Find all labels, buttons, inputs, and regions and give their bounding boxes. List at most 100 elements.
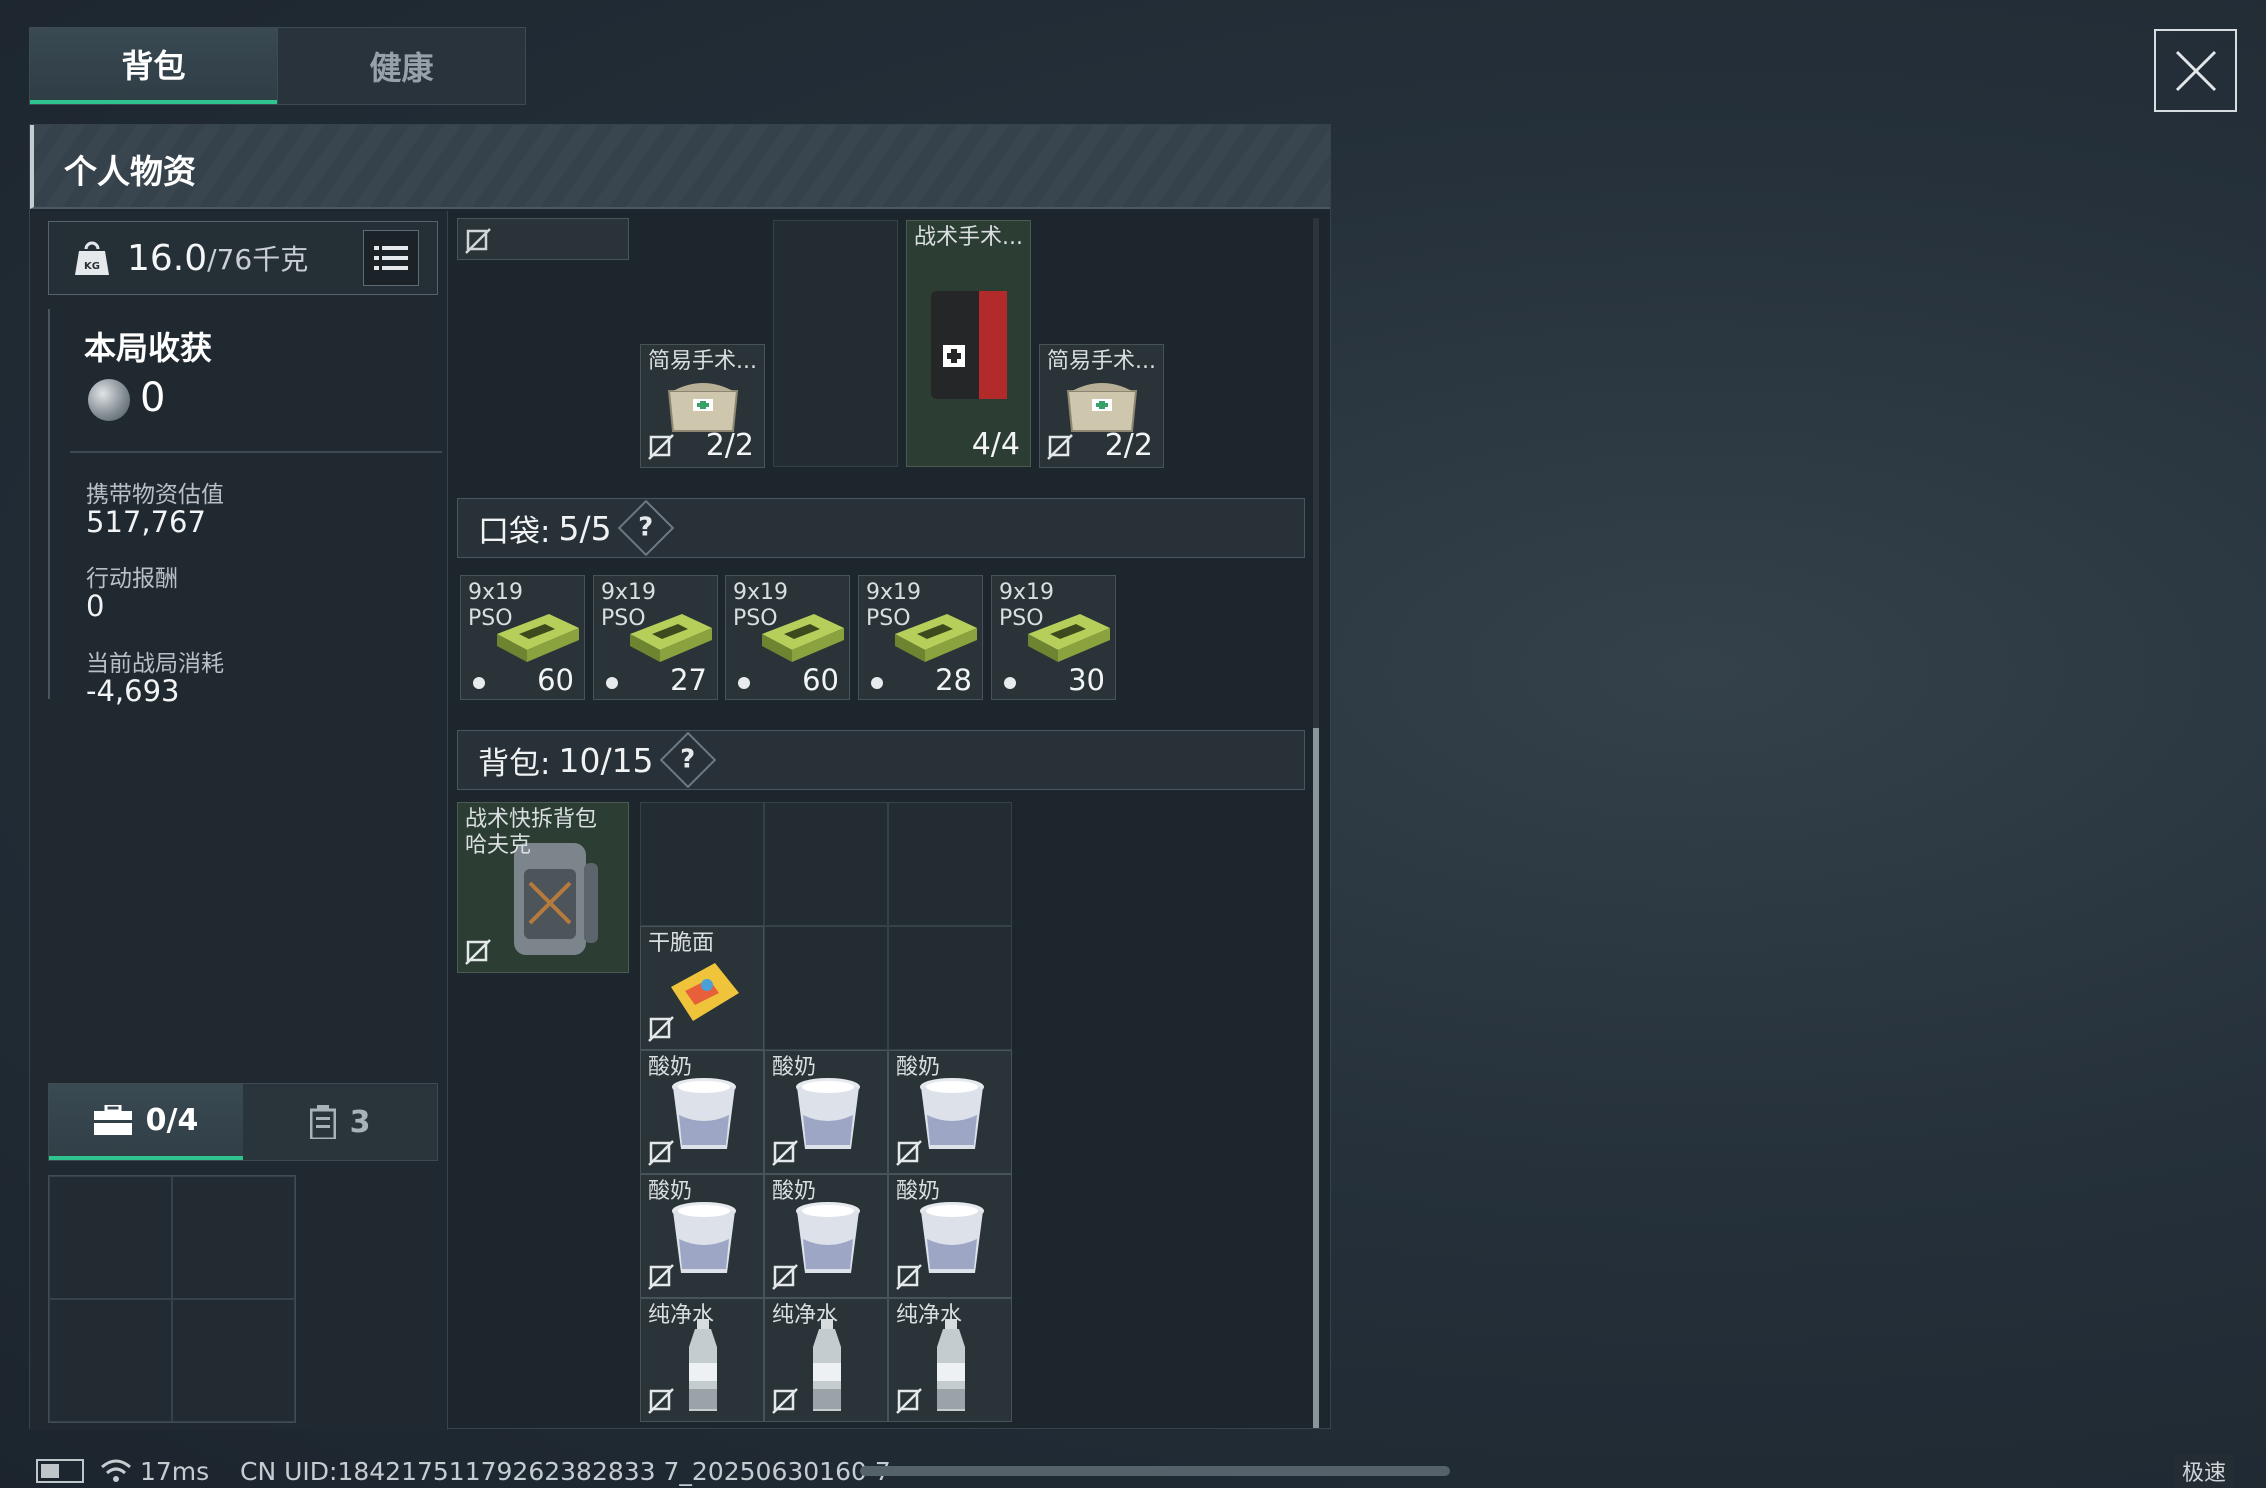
backpack-item[interactable]: 纯净水 xyxy=(764,1298,888,1422)
status-footer: 17ms CN UID:18421751179262382833 7_20250… xyxy=(0,1454,2266,1488)
mission-reward: 0 xyxy=(86,589,105,623)
pocket-ammo-slot[interactable]: 9x19 PSO 60 xyxy=(725,575,850,700)
no-bind-icon xyxy=(648,1016,674,1042)
gear-item[interactable]: 战术手术... 4/4 xyxy=(906,220,1031,467)
case-slot[interactable] xyxy=(49,1299,172,1422)
tab-canister[interactable]: 3 xyxy=(243,1084,437,1160)
harvest-count: 0 xyxy=(140,375,166,421)
yogurt-icon xyxy=(920,1078,984,1149)
ammo-subname: PSO xyxy=(468,606,513,631)
yogurt-icon xyxy=(672,1202,736,1273)
divider xyxy=(70,451,442,453)
item-name: 纯净水 xyxy=(648,1303,715,1328)
harvest-summary: 本局收获 0 携带物资估值 517,767 行动报酬 0 当前战局消耗 -4,6… xyxy=(48,309,442,708)
backpack-item[interactable]: 纯净水 xyxy=(640,1298,764,1422)
carried-value-label: 携带物资估值 xyxy=(86,482,224,508)
close-icon xyxy=(2175,50,2216,91)
case-slot[interactable] xyxy=(172,1299,295,1422)
pocket-ammo-slot[interactable]: 9x19 PSO 27 xyxy=(593,575,718,700)
surgery-pouch-icon xyxy=(667,383,739,432)
water-bottle-icon xyxy=(937,1319,965,1411)
ammo-subname: PSO xyxy=(601,606,646,631)
no-bind-icon xyxy=(896,1388,922,1414)
weight-indicator: KG 16.0/76千克 xyxy=(48,221,438,295)
canister-count: 3 xyxy=(349,1104,371,1140)
close-button[interactable] xyxy=(2154,29,2237,112)
tab-backpack[interactable]: 背包 xyxy=(30,28,277,104)
item-count: 2/2 xyxy=(705,428,754,463)
pocket-ammo-slot[interactable]: 9x19 PSO 28 xyxy=(858,575,983,700)
weight-kg-icon: KG xyxy=(75,241,109,275)
case-slot[interactable] xyxy=(49,1176,172,1299)
safe-case-count: 0/4 xyxy=(145,1102,199,1138)
ammo-count: 28 xyxy=(935,663,972,697)
horizontal-scrollbar[interactable] xyxy=(860,1466,1450,1476)
harvest-title: 本局收获 xyxy=(84,329,213,367)
item-name: 简易手术... xyxy=(648,349,757,374)
case-slot[interactable] xyxy=(172,1176,295,1299)
tab-safe-case[interactable]: 0/4 xyxy=(49,1084,243,1160)
item-name: 酸奶 xyxy=(648,1179,693,1204)
item-name: 纯净水 xyxy=(896,1303,963,1328)
ammo-count: 27 xyxy=(670,663,707,697)
backpack-name-line1: 战术快拆背包 xyxy=(465,807,598,832)
empty-backpack-slot xyxy=(764,802,888,926)
list-view-button[interactable] xyxy=(363,230,419,286)
pocket-capacity: 5/5 xyxy=(558,508,612,548)
ammo-subname: PSO xyxy=(866,606,911,631)
pocket-help-button[interactable]: ? xyxy=(617,499,674,557)
vertical-scrollbar[interactable] xyxy=(1313,218,1319,1428)
partial-item-slot[interactable] xyxy=(457,218,629,260)
no-bind-icon xyxy=(648,434,674,460)
container-tabs: 0/4 3 xyxy=(48,1083,438,1161)
no-bind-icon xyxy=(772,1388,798,1414)
pocket-ammo-slot[interactable]: 9x19 PSO 30 xyxy=(991,575,1116,700)
ammo-subname: PSO xyxy=(999,606,1044,631)
scroll-thumb[interactable] xyxy=(1313,728,1319,1428)
no-bind-icon xyxy=(896,1264,922,1290)
item-name: 酸奶 xyxy=(772,1179,817,1204)
ammo-count: 60 xyxy=(802,663,839,697)
backpack-item[interactable]: 酸奶 xyxy=(764,1174,888,1298)
help-icon: ? xyxy=(680,745,696,775)
tactical-surgery-kit-icon xyxy=(931,291,1007,399)
backpack-name-line2: 哈夫克 xyxy=(465,833,532,858)
backpack-item[interactable]: 酸奶 xyxy=(888,1050,1012,1174)
empty-backpack-slot xyxy=(640,802,764,926)
match-cost-label: 当前战局消耗 xyxy=(86,651,224,677)
item-count: 2/2 xyxy=(1104,428,1153,463)
pocket-header: 口袋: 5/5 ? xyxy=(457,498,1305,558)
weight-current: 16.0 xyxy=(127,237,208,279)
gear-item[interactable]: 简易手术... 2/2 xyxy=(1039,344,1164,468)
tab-health[interactable]: 健康 xyxy=(277,28,525,104)
no-bind-icon xyxy=(465,939,491,965)
weight-max: /76千克 xyxy=(207,243,309,276)
item-name: 酸奶 xyxy=(896,1179,941,1204)
yogurt-icon xyxy=(672,1078,736,1149)
panel-header: 个人物资 xyxy=(30,125,1330,209)
rarity-dot xyxy=(871,677,883,689)
backpack-item[interactable]: 纯净水 xyxy=(888,1298,1012,1422)
backpack-item[interactable]: 酸奶 xyxy=(764,1050,888,1174)
gear-item[interactable]: 简易手术... 2/2 xyxy=(640,344,765,468)
equipped-backpack[interactable]: 战术快拆背包 哈夫克 xyxy=(457,802,629,973)
no-bind-icon xyxy=(465,228,491,254)
no-bind-icon xyxy=(896,1140,922,1166)
user-uid: CN UID:18421751179262382833 7_2025063016… xyxy=(240,1457,891,1486)
backpack-item[interactable]: 酸奶 xyxy=(888,1174,1012,1298)
help-icon: ? xyxy=(638,513,654,543)
yogurt-icon xyxy=(796,1202,860,1273)
backpack-item[interactable]: 酸奶 xyxy=(640,1050,764,1174)
item-name: 酸奶 xyxy=(772,1055,817,1080)
water-bottle-icon xyxy=(813,1319,841,1411)
safe-case-grid xyxy=(48,1175,296,1423)
water-bottle-icon xyxy=(689,1319,717,1411)
rarity-dot xyxy=(473,677,485,689)
backpack-help-button[interactable]: ? xyxy=(659,731,716,789)
backpack-capacity: 10/15 xyxy=(558,740,654,780)
no-bind-icon xyxy=(1047,434,1073,460)
surgery-pouch-icon xyxy=(1066,383,1138,432)
pocket-ammo-slot[interactable]: 9x19 PSO 60 xyxy=(460,575,585,700)
backpack-item[interactable]: 酸奶 xyxy=(640,1174,764,1298)
backpack-item[interactable]: 干脆面 xyxy=(640,926,764,1050)
